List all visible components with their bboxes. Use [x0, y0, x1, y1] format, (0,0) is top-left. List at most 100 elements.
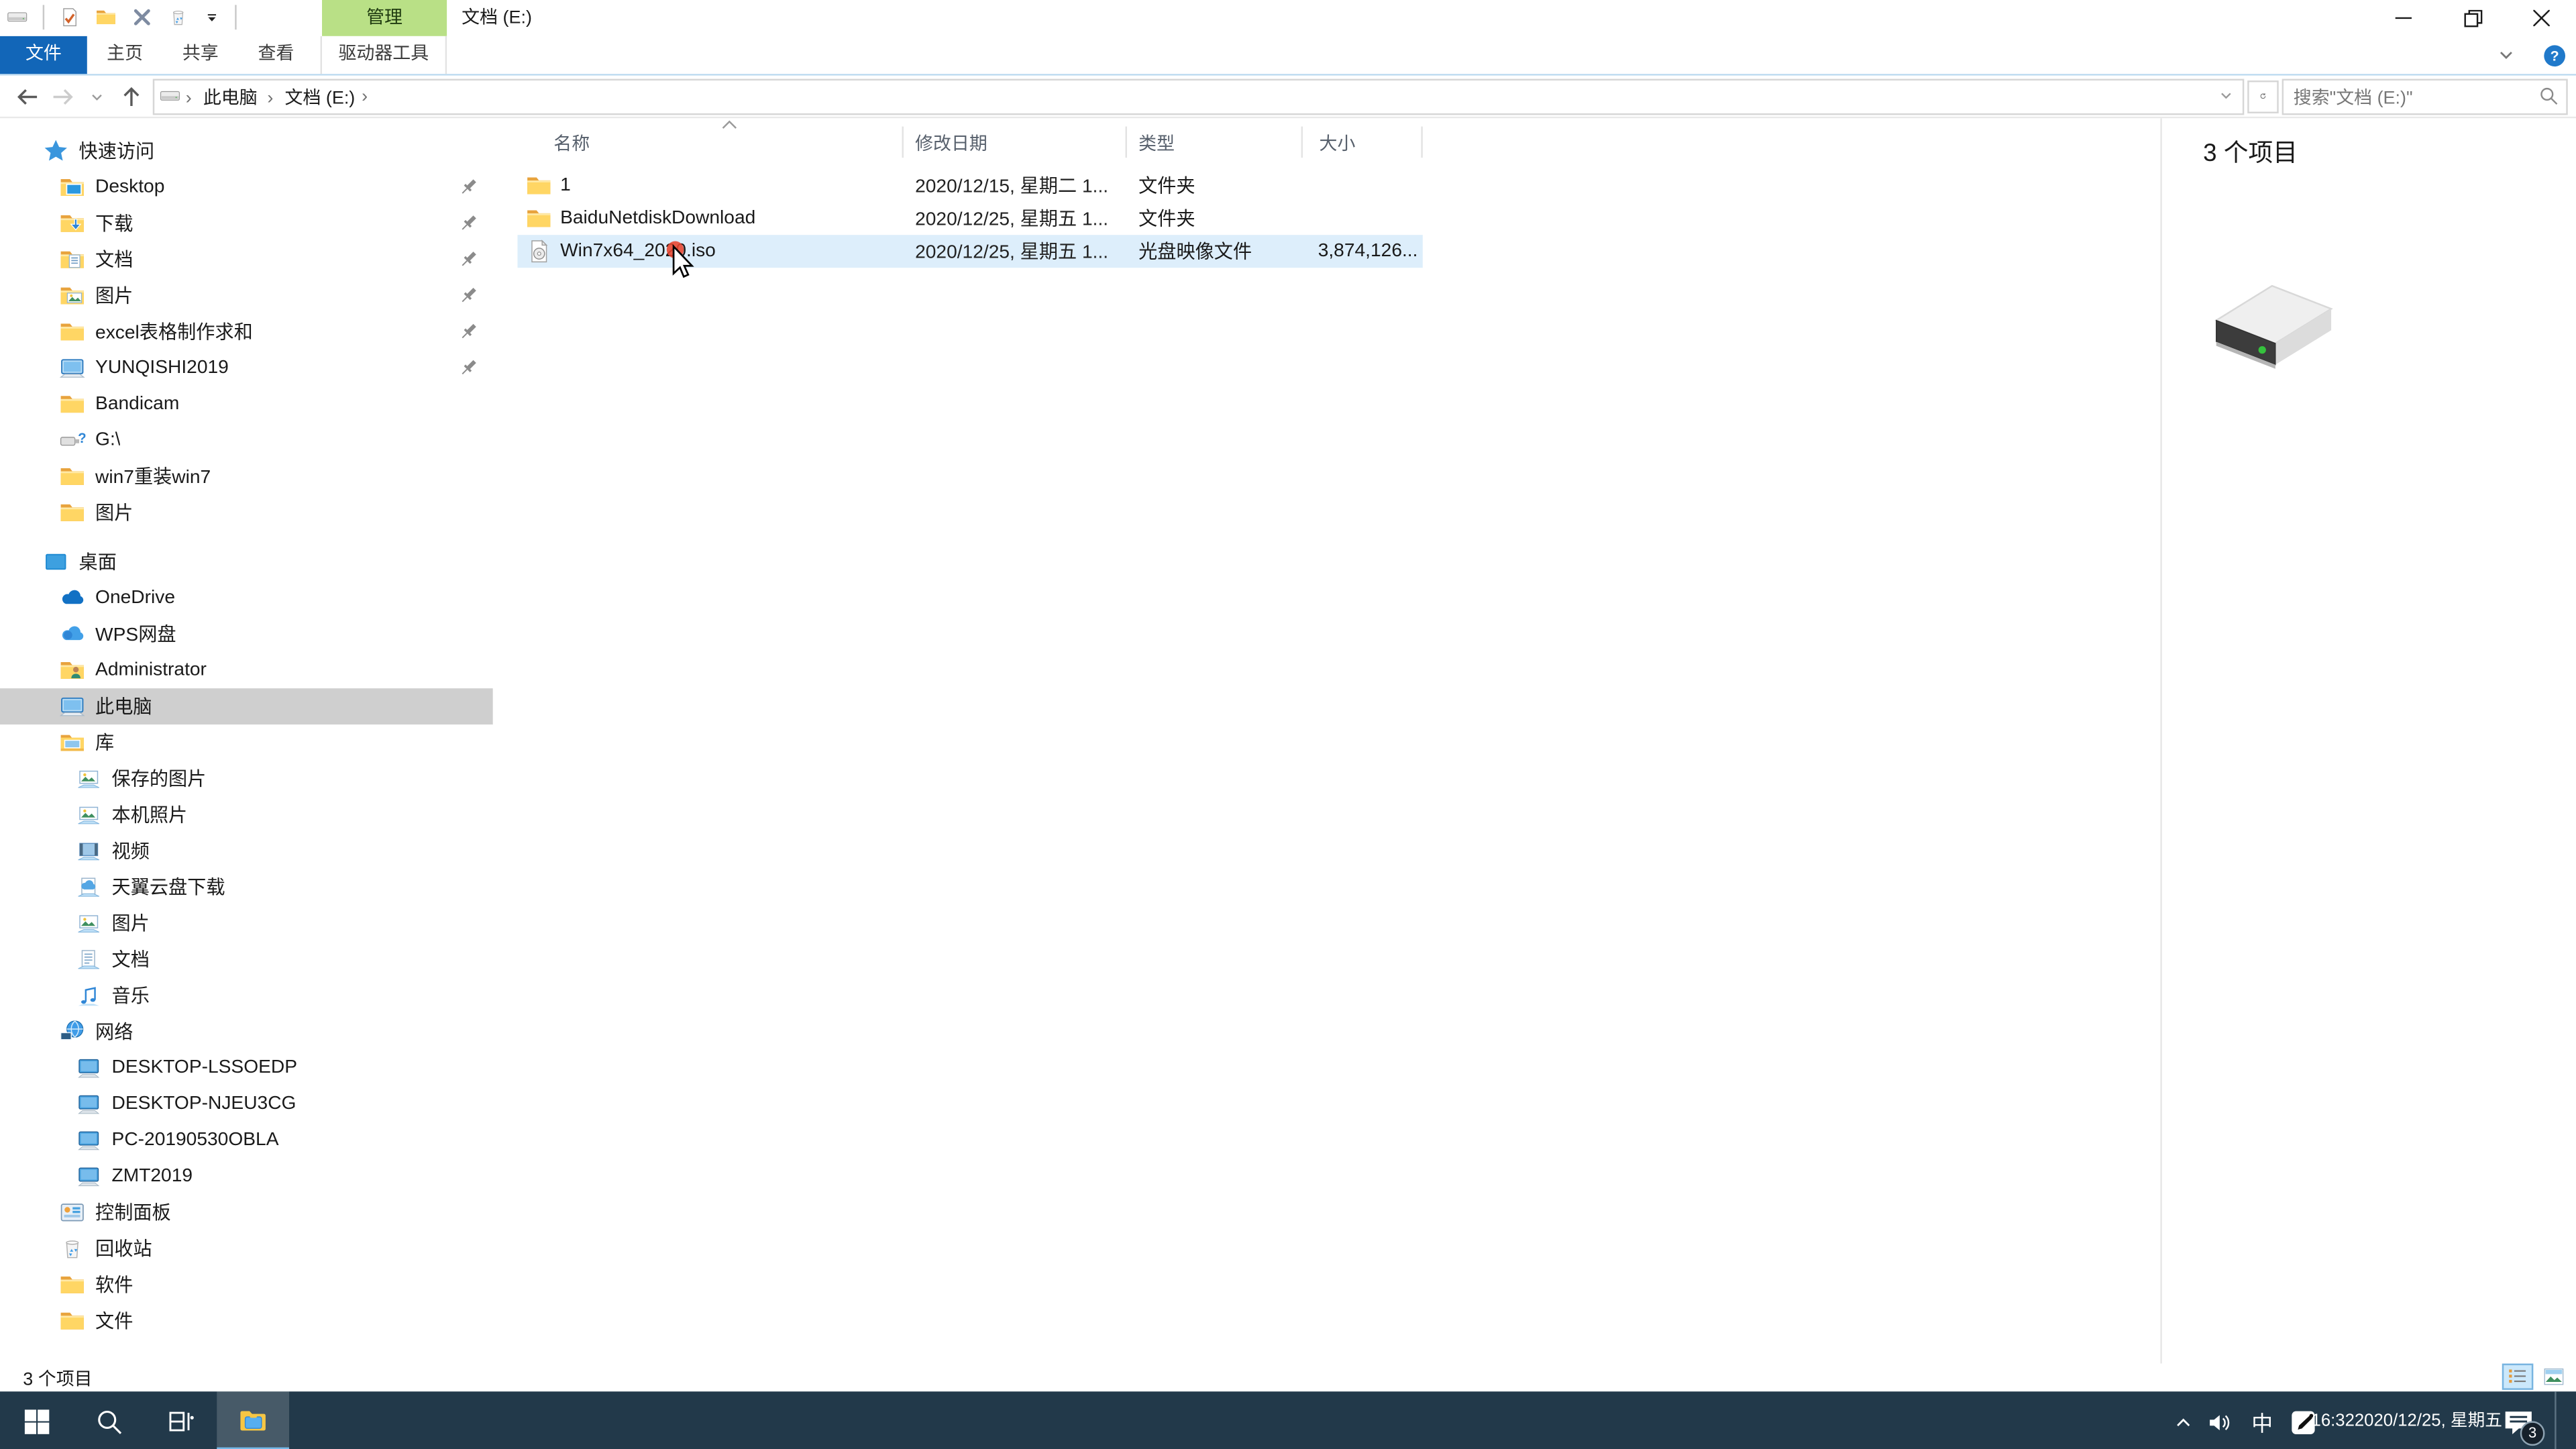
window-title: 文档 (E:): [462, 8, 532, 28]
qat-recycle-button[interactable]: [168, 7, 189, 28]
show-desktop-button[interactable]: [2555, 1391, 2565, 1449]
clock[interactable]: 16:32 2020/12/25, 星期五: [2312, 1411, 2503, 1432]
back-button[interactable]: [10, 79, 44, 113]
sidebar-item[interactable]: Bandicam: [0, 386, 493, 423]
sidebar-item[interactable]: DESKTOP-LSSOEDP: [0, 1050, 493, 1086]
sidebar-item-label: DESKTOP-LSSOEDP: [111, 1058, 298, 1078]
item-count-label: 3 个项目: [2203, 140, 2298, 168]
sidebar-item[interactable]: 控制面板: [0, 1194, 493, 1230]
recent-locations-button[interactable]: [79, 79, 113, 113]
sidebar-item[interactable]: 快速访问: [0, 133, 493, 169]
details-pane: 3 个项目: [2160, 118, 2576, 1364]
file-row[interactable]: BaiduNetdiskDownload 2020/12/25, 星期五 1..…: [517, 202, 1422, 235]
up-button[interactable]: [113, 79, 148, 113]
search-icon[interactable]: [2538, 85, 2560, 106]
sidebar-item[interactable]: YUNQISHI2019: [0, 350, 493, 386]
tab-drive-tools[interactable]: 驱动器工具: [320, 36, 447, 74]
sidebar-item[interactable]: excel表格制作求和: [0, 314, 493, 350]
sidebar-item[interactable]: 桌面: [0, 544, 493, 580]
tray-overflow-button[interactable]: [2172, 1410, 2195, 1433]
search-box[interactable]: 搜索"文档 (E:)": [2282, 78, 2568, 115]
ribbon-tab[interactable]: 主页: [87, 36, 163, 74]
column-header-size[interactable]: 大小: [1303, 126, 1423, 158]
ribbon-tab[interactable]: 查看: [238, 36, 314, 74]
sidebar-item[interactable]: G:\: [0, 422, 493, 458]
sidebar-item[interactable]: 下载: [0, 205, 493, 241]
task-view-button[interactable]: [145, 1391, 217, 1449]
qat-properties-button[interactable]: [59, 7, 80, 28]
qat-delete-button[interactable]: [131, 7, 153, 28]
sidebar-item[interactable]: 回收站: [0, 1230, 493, 1267]
sidebar-item[interactable]: Administrator: [0, 652, 493, 688]
status-item-count: 3 个项目: [23, 1370, 93, 1390]
sidebar-item[interactable]: Desktop: [0, 169, 493, 205]
file-date: 2020/12/25, 星期五 1...: [915, 243, 1109, 263]
taskbar-file-explorer-button[interactable]: [217, 1391, 290, 1449]
sidebar-item[interactable]: DESKTOP-NJEU3CG: [0, 1086, 493, 1122]
sidebar-item[interactable]: 文件: [0, 1303, 493, 1339]
column-header-name[interactable]: 名称: [517, 120, 904, 158]
sidebar-item[interactable]: ZMT2019: [0, 1159, 493, 1195]
forward-button[interactable]: [44, 79, 78, 113]
ribbon-tab-row: 文件 主页 共享 查看 驱动器工具 ?: [0, 36, 2576, 76]
volume-button[interactable]: [2206, 1409, 2235, 1435]
folder-desktop-icon: [59, 174, 85, 201]
sidebar-item[interactable]: 文档: [0, 941, 493, 977]
sidebar-item[interactable]: 库: [0, 724, 493, 761]
address-dropdown-button[interactable]: [2216, 85, 2236, 104]
taskbar-search-button[interactable]: [72, 1391, 145, 1449]
sidebar-item-label: excel表格制作求和: [95, 323, 253, 343]
qat-new-folder-button[interactable]: [95, 7, 117, 28]
ime-indicator[interactable]: 中: [2246, 1406, 2279, 1438]
file-type: 文件夹: [1138, 210, 1195, 230]
details-view-button[interactable]: [2502, 1363, 2534, 1390]
sidebar-item-label: ZMT2019: [111, 1166, 193, 1187]
sidebar-item[interactable]: 图片: [0, 494, 493, 531]
sidebar-item[interactable]: 网络: [0, 1014, 493, 1050]
sidebar-item[interactable]: PC-20190530OBLA: [0, 1122, 493, 1159]
sidebar-item[interactable]: 图片: [0, 278, 493, 314]
sidebar-item[interactable]: 此电脑: [0, 688, 493, 725]
sidebar-item[interactable]: 音乐: [0, 977, 493, 1014]
sidebar-item[interactable]: 本机照片: [0, 797, 493, 833]
close-button[interactable]: [2507, 0, 2576, 36]
address-bar[interactable]: 此电脑文档 (E:): [152, 78, 2245, 115]
sidebar-item[interactable]: win7重装win7: [0, 458, 493, 494]
ribbon-expand-button[interactable]: [2496, 44, 2517, 66]
minimize-button[interactable]: [2369, 0, 2438, 36]
restore-button[interactable]: [2438, 0, 2508, 36]
file-row[interactable]: 1 2020/12/15, 星期二 1... 文件夹: [517, 169, 1422, 202]
sidebar-item-label: win7重装win7: [95, 468, 211, 488]
breadcrumb-item[interactable]: 文档 (E:): [262, 83, 360, 109]
sidebar-item[interactable]: 文档: [0, 241, 493, 278]
tab-file[interactable]: 文件: [0, 36, 87, 74]
notification-center-button[interactable]: 3: [2497, 1401, 2545, 1445]
file-explorer-icon: [240, 1411, 266, 1431]
file-row[interactable]: Win7x64_2020.iso 2020/12/25, 星期五 1... 光盘…: [517, 235, 1423, 268]
refresh-button[interactable]: [2247, 79, 2279, 113]
sidebar-item-label: 文档: [111, 951, 150, 971]
ribbon-tab[interactable]: 共享: [162, 36, 238, 74]
drive-icon: [160, 85, 181, 107]
status-bar: 3 个项目: [0, 1363, 2576, 1392]
sidebar-item-label: PC-20190530OBLA: [111, 1130, 279, 1150]
pin-icon: [457, 176, 480, 199]
column-header-type[interactable]: 类型: [1127, 126, 1303, 158]
sidebar-item[interactable]: OneDrive: [0, 580, 493, 616]
sidebar-item[interactable]: WPS网盘: [0, 616, 493, 652]
sidebar-item[interactable]: 视频: [0, 833, 493, 869]
folder-pic-icon: [59, 282, 85, 309]
thumbnail-view-button[interactable]: [2538, 1364, 2570, 1390]
help-button[interactable]: ?: [2543, 44, 2566, 66]
sidebar-item[interactable]: 软件: [0, 1267, 493, 1303]
window-controls: [2369, 0, 2576, 36]
start-button[interactable]: [0, 1391, 72, 1449]
sidebar-item[interactable]: 天翼云盘下载: [0, 869, 493, 906]
column-header-date[interactable]: 修改日期: [904, 126, 1128, 158]
ribbon-tabs: 主页 共享 查看: [87, 36, 314, 74]
sidebar-item[interactable]: 保存的图片: [0, 761, 493, 797]
qat-customize-button[interactable]: [204, 9, 220, 25]
restore-icon: [2463, 9, 2482, 27]
breadcrumb-item[interactable]: 此电脑: [180, 83, 262, 109]
sidebar-item[interactable]: 图片: [0, 905, 493, 941]
